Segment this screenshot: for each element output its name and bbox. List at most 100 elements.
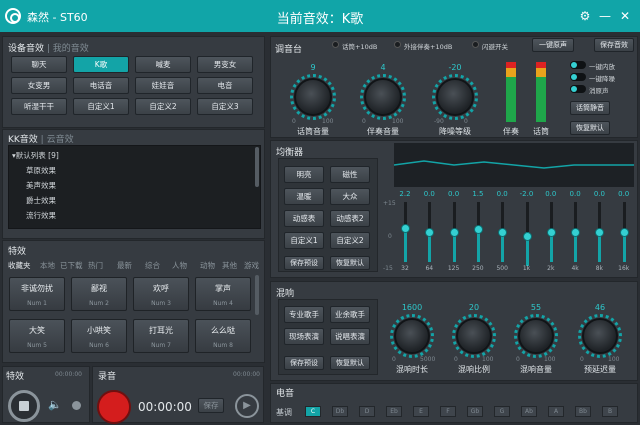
close-icon[interactable]: ✕ (618, 9, 632, 23)
effect-button-5[interactable]: 女变男 (11, 77, 67, 94)
kk-list-header[interactable]: ▾默认列表 [9] (12, 150, 59, 161)
special-tab-1[interactable]: 收藏夹 (8, 260, 31, 271)
eq-band-thumb[interactable] (449, 228, 459, 237)
eq-preset-button[interactable]: 动感表 (284, 210, 324, 227)
denoise-label: 一键降噪 (589, 75, 615, 83)
mixer-denoise-knob[interactable] (436, 78, 474, 116)
eq-reset-button[interactable]: 恢复默认 (330, 256, 370, 270)
effect-button-3[interactable]: 喊麦 (135, 56, 191, 73)
key-button-A[interactable]: A (548, 406, 564, 417)
eq-band-thumb[interactable] (619, 228, 629, 237)
save-effect-button[interactable]: 保存音效 (594, 38, 634, 52)
sound-effect-button-1[interactable]: 非诚勿扰 Num 1 (9, 277, 65, 311)
key-button-Eb[interactable]: Eb (386, 406, 402, 417)
reverb-time-knob[interactable] (394, 318, 430, 354)
reverb-save-button[interactable]: 保存预设 (284, 356, 324, 370)
reverb-preset-button[interactable]: 说唱表演 (330, 328, 370, 345)
kk-list-item[interactable]: 美声效果 (26, 180, 56, 191)
sound-effect-button-4[interactable]: 掌声 Num 4 (195, 277, 251, 311)
kk-list-item[interactable]: 草原效果 (26, 165, 56, 176)
minimize-icon[interactable]: — (598, 9, 612, 23)
settings-gear-icon[interactable]: ⚙ (578, 9, 592, 23)
eq-band-thumb[interactable] (473, 225, 483, 234)
eq-band-thumb[interactable] (546, 228, 556, 237)
eq-preset-button[interactable]: 大众 (330, 188, 370, 205)
ducking-checkbox[interactable] (472, 41, 479, 48)
sound-effect-button-7[interactable]: 打耳光 Num 7 (133, 319, 189, 353)
sound-effect-button-2[interactable]: 鄙视 Num 2 (71, 277, 127, 311)
special-tab-6[interactable]: 综合 (145, 260, 160, 271)
inner-play-toggle[interactable] (570, 61, 586, 69)
play-icon[interactable]: ▶ (235, 394, 259, 418)
special-tab-5[interactable]: 最新 (117, 260, 132, 271)
mixer-reset-button[interactable]: 恢复默认 (570, 121, 610, 135)
list-scrollbar[interactable] (255, 147, 259, 187)
sound-effect-button-5[interactable]: 大笑 Num 5 (9, 319, 65, 353)
effect-button-1[interactable]: 聊天 (11, 56, 67, 73)
effect-stop-button[interactable] (8, 390, 40, 422)
kk-list-item[interactable]: 流行效果 (26, 210, 56, 221)
key-button-C[interactable]: C (305, 406, 321, 417)
effect-button-6[interactable]: 电话音 (73, 77, 129, 94)
effect-button-10[interactable]: 自定义1 (73, 98, 129, 115)
vocal-removal-toggle[interactable] (570, 85, 586, 93)
eq-band-thumb[interactable] (522, 232, 532, 241)
sound-effect-button-8[interactable]: 么么哒 Num 8 (195, 319, 251, 353)
denoise-toggle[interactable] (570, 73, 586, 81)
effect-record-dot-icon[interactable] (72, 401, 81, 410)
eq-preset-button[interactable]: 动感表2 (330, 210, 370, 227)
eq-preset-button[interactable]: 磁性 (330, 166, 370, 183)
my-effects-tab[interactable]: 我的音效 (53, 44, 89, 54)
special-tab-8[interactable]: 动物 (200, 260, 215, 271)
effect-button-8[interactable]: 电音 (197, 77, 253, 94)
record-button[interactable] (97, 390, 131, 424)
key-button-G[interactable]: G (494, 406, 510, 417)
key-button-F[interactable]: F (440, 406, 456, 417)
reverb-reset-button[interactable]: 恢复默认 (330, 356, 370, 370)
special-tab-10[interactable]: 游戏 (244, 260, 259, 271)
sound-effect-button-6[interactable]: 小哄笑 Num 6 (71, 319, 127, 353)
effect-button-12[interactable]: 自定义3 (197, 98, 253, 115)
special-tab-4[interactable]: 热门 (88, 260, 103, 271)
reverb-preset-button[interactable]: 业余歌手 (330, 306, 370, 323)
eq-preset-button[interactable]: 自定义2 (330, 232, 370, 249)
reverb-volume-knob[interactable] (518, 318, 554, 354)
record-save-button[interactable]: 保存 (198, 398, 224, 413)
key-button-Bb[interactable]: Bb (575, 406, 591, 417)
effect-button-11[interactable]: 自定义2 (135, 98, 191, 115)
effect-button-2[interactable]: K歌 (73, 56, 129, 73)
key-button-E[interactable]: E (413, 406, 429, 417)
eq-preset-button[interactable]: 温暖 (284, 188, 324, 205)
mixer-mic-knob[interactable] (294, 78, 332, 116)
mic-boost-checkbox[interactable] (332, 41, 339, 48)
effect-button-7[interactable]: 娃娃音 (135, 77, 191, 94)
key-button-D[interactable]: D (359, 406, 375, 417)
eq-band-thumb[interactable] (401, 223, 410, 233)
effects-scrollbar[interactable] (255, 275, 259, 315)
special-tab-2[interactable]: 本地 (40, 260, 55, 271)
special-tab-3[interactable]: 已下载 (60, 260, 83, 271)
kk-list-item[interactable]: 爵士效果 (26, 195, 56, 206)
key-button-Gb[interactable]: Gb (467, 406, 483, 417)
volume-icon[interactable]: 🔈 (48, 398, 62, 411)
eq-preset-button[interactable]: 自定义1 (284, 232, 324, 249)
special-tab-7[interactable]: 人物 (172, 260, 187, 271)
mic-mute-button[interactable]: 话筒静音 (570, 101, 610, 115)
key-button-Ab[interactable]: Ab (521, 406, 537, 417)
key-button-B[interactable]: B (602, 406, 618, 417)
effect-button-4[interactable]: 男变女 (197, 56, 253, 73)
effect-button-9[interactable]: 听湿干干 (11, 98, 67, 115)
mixer-accomp-knob[interactable] (364, 78, 402, 116)
reverb-preset-button[interactable]: 现场表演 (284, 328, 324, 345)
sound-effect-button-3[interactable]: 欢呼 Num 3 (133, 277, 189, 311)
special-tab-9[interactable]: 其他 (222, 260, 237, 271)
ext-boost-checkbox[interactable] (394, 41, 401, 48)
key-button-Db[interactable]: Db (332, 406, 348, 417)
eq-preset-button[interactable]: 明亮 (284, 166, 324, 183)
reverb-ratio-knob[interactable] (456, 318, 492, 354)
reverb-predelay-knob[interactable] (582, 318, 618, 354)
eq-save-button[interactable]: 保存预设 (284, 256, 324, 270)
reverb-preset-button[interactable]: 专业歌手 (284, 306, 324, 323)
karaoke-one-key-button[interactable]: 一键原声 (532, 38, 574, 52)
cloud-effects-tab[interactable]: 云音效 (47, 135, 74, 145)
